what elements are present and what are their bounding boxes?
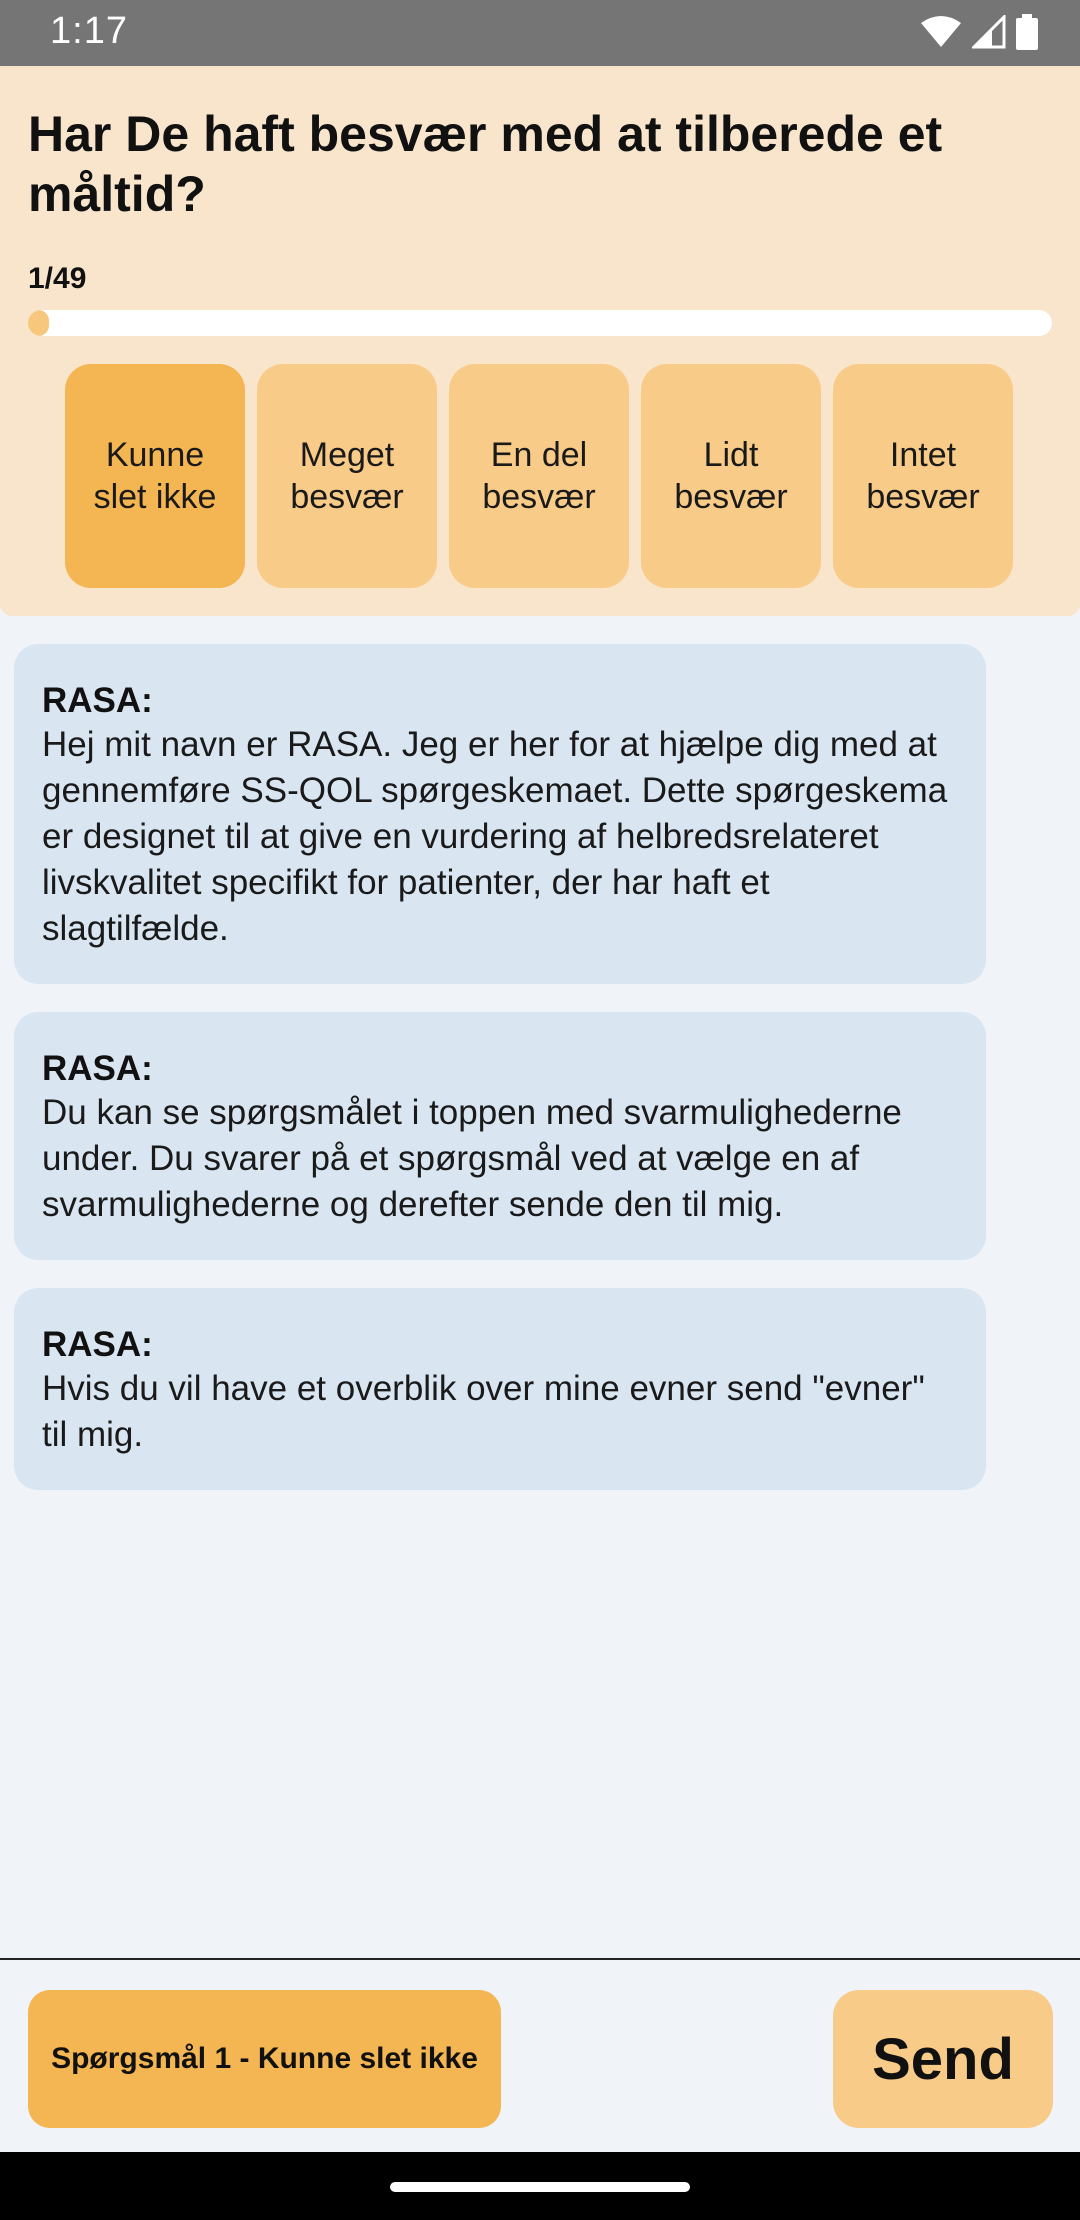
chat-message: RASA: Du kan se spørgsmålet i toppen med… — [14, 1012, 986, 1260]
progress-counter: 1/49 — [28, 262, 87, 295]
message-text: Du kan se spørgsmålet i toppen med svarm… — [42, 1093, 902, 1224]
progress-bar — [28, 310, 1052, 336]
option-label: Meget besvær — [290, 436, 404, 516]
status-time: 1:17 — [50, 10, 128, 52]
selected-answer-chip[interactable]: Spørgsmål 1 - Kunne slet ikke — [28, 1990, 501, 2128]
navigation-bar — [0, 2152, 1080, 2220]
option-meget-besvaer[interactable]: Meget besvær — [257, 364, 437, 588]
option-intet-besvaer[interactable]: Intet besvær — [833, 364, 1013, 588]
option-en-del-besvaer[interactable]: En del besvær — [449, 364, 629, 588]
status-bar: 1:17 — [0, 0, 1080, 66]
progress-fill — [28, 310, 49, 336]
option-lidt-besvaer[interactable]: Lidt besvær — [641, 364, 821, 588]
status-icons — [920, 14, 1038, 50]
home-handle[interactable] — [390, 2182, 690, 2192]
composer-divider — [0, 1958, 1080, 1960]
option-label: Kunne slet ikke — [93, 436, 217, 516]
question-panel: Har De haft besvær med at tilberede et m… — [0, 66, 1080, 616]
wifi-icon — [921, 16, 961, 47]
send-button[interactable]: Send — [833, 1990, 1053, 2128]
signal-icon — [972, 15, 1006, 49]
question-title: Har De haft besvær med at tilberede et m… — [28, 106, 943, 222]
chat-message: RASA: Hvis du vil have et overblik over … — [14, 1288, 986, 1490]
battery-icon — [1016, 14, 1038, 50]
option-label: Lidt besvær — [674, 436, 788, 516]
chat-message: RASA: Hej mit navn er RASA. Jeg er her f… — [14, 644, 986, 984]
message-text: Hej mit navn er RASA. Jeg er her for at … — [42, 725, 948, 948]
option-label: Intet besvær — [866, 436, 980, 516]
message-sender: RASA: — [42, 1325, 153, 1364]
message-text: Hvis du vil have et overblik over mine e… — [42, 1369, 925, 1454]
message-sender: RASA: — [42, 1049, 153, 1088]
message-sender: RASA: — [42, 681, 153, 720]
chat-log[interactable]: RASA: Hej mit navn er RASA. Jeg er her f… — [14, 644, 986, 1518]
option-kunne-slet-ikke[interactable]: Kunne slet ikke — [65, 364, 245, 588]
app-screen: 1:17 Har De haft besvær med at tilberede… — [0, 0, 1080, 2220]
option-label: En del besvær — [482, 436, 596, 516]
answer-options: Kunne slet ikke Meget besvær En del besv… — [65, 364, 1013, 588]
